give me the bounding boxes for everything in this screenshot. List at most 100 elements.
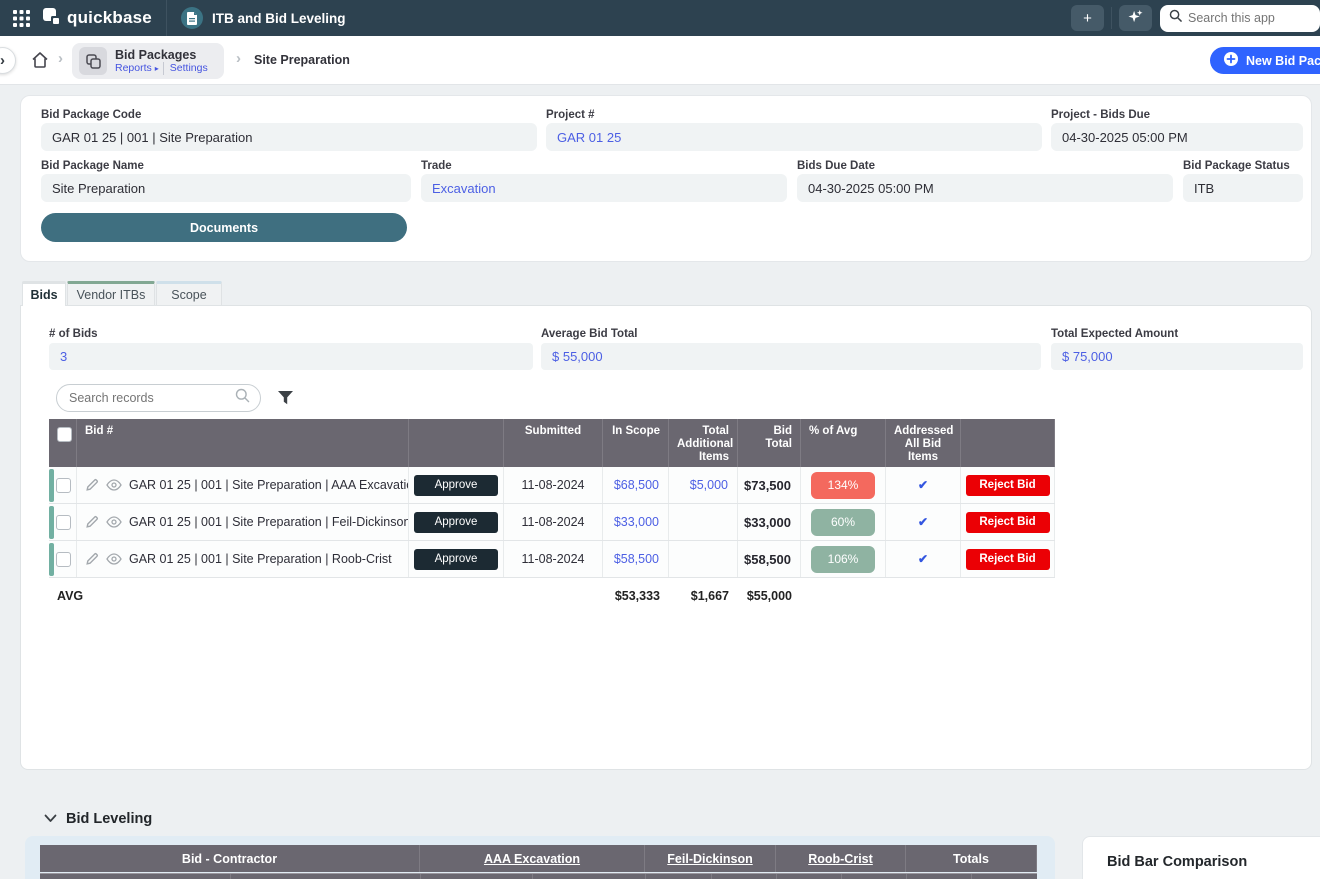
breadcrumb-bar: › › Bid Packages Reports ▸ Settings › Si… [0, 36, 1320, 85]
bid-total-amount: $58,500 [738, 541, 801, 577]
column-header-in-scope[interactable]: In Scope [603, 419, 669, 470]
quickbase-logo[interactable]: quickbase [42, 7, 152, 30]
leveling-column-aaa-excavation[interactable]: AAA Excavation [420, 845, 645, 872]
sparkle-icon [1128, 9, 1143, 28]
column-header-pct-of-avg[interactable]: % of Avg [801, 419, 886, 470]
ai-assistant-button[interactable] [1119, 5, 1152, 31]
pct-of-avg-badge: 106% [811, 546, 875, 573]
bid-record-name: GAR 01 25 | 001 | Site Preparation | Fei… [129, 515, 408, 529]
bids-table-header: Bid # Submitted In Scope Total Additiona… [49, 419, 1055, 467]
approve-button[interactable]: Approve [414, 512, 498, 533]
pct-of-avg-badge: 60% [811, 509, 875, 536]
chevron-down-icon [44, 810, 57, 828]
field-value-project-link[interactable]: GAR 01 25 [546, 123, 1042, 151]
avg-bid-total: $55,000 [738, 578, 801, 614]
current-app[interactable]: ITB and Bid Leveling [181, 7, 346, 29]
settings-link[interactable]: Settings [163, 62, 208, 75]
reports-link[interactable]: Reports [115, 62, 152, 75]
table-row: GAR 01 25 | 001 | Site Preparation | AAA… [49, 467, 1055, 504]
in-scope-amount[interactable]: $68,500 [603, 467, 669, 503]
edit-pencil-icon[interactable] [85, 552, 99, 566]
total-additional-amount[interactable] [669, 504, 738, 540]
tab-bids[interactable]: Bids [22, 281, 66, 306]
reject-bid-button[interactable]: Reject Bid [966, 475, 1050, 496]
approve-button[interactable]: Approve [414, 549, 498, 570]
column-header-total-additional[interactable]: Total Additional Items [669, 419, 738, 470]
new-bid-package-button[interactable]: New Bid Package [1210, 47, 1320, 74]
bid-leveling-table-header: Bid - Contractor AAA Excavation Feil-Dic… [40, 845, 1037, 872]
reject-bid-button[interactable]: Reject Bid [966, 512, 1050, 533]
in-scope-amount[interactable]: $58,500 [603, 541, 669, 577]
bid-record-name: GAR 01 25 | 001 | Site Preparation | AAA… [129, 478, 408, 492]
total-additional-amount[interactable]: $5,000 [669, 467, 738, 503]
total-additional-amount[interactable] [669, 541, 738, 577]
column-header-bid[interactable]: Bid # [77, 419, 409, 470]
submitted-date: 11-08-2024 [504, 467, 603, 503]
edit-pencil-icon[interactable] [85, 478, 99, 492]
submitted-date: 11-08-2024 [504, 541, 603, 577]
view-eye-icon[interactable] [106, 516, 122, 528]
field-value-bid-package-status: ITB [1183, 174, 1303, 202]
stat-value-total-expected: $ 75,000 [1051, 343, 1303, 370]
view-eye-icon[interactable] [106, 553, 122, 565]
row-accent-bar [49, 506, 54, 539]
bid-leveling-panel: Bid - Contractor AAA Excavation Feil-Dic… [25, 836, 1055, 879]
leveling-column-feil-dickinson[interactable]: Feil-Dickinson [645, 845, 776, 872]
avg-total-additional: $1,667 [669, 578, 738, 614]
field-label-bids-due-date: Bids Due Date [797, 160, 875, 172]
field-label-bid-package-code: Bid Package Code [41, 109, 141, 121]
tab-scope[interactable]: Scope [156, 281, 222, 305]
home-button[interactable] [30, 50, 52, 72]
bid-total-amount: $73,500 [738, 467, 801, 503]
bid-bar-comparison-card: Bid Bar Comparison [1082, 836, 1320, 879]
column-header-submitted[interactable]: Submitted [504, 419, 603, 470]
plus-icon: + [1083, 10, 1092, 27]
in-scope-amount[interactable]: $33,000 [603, 504, 669, 540]
field-label-trade: Trade [421, 160, 452, 172]
filter-icon[interactable] [277, 390, 295, 408]
row-checkbox[interactable] [56, 515, 71, 530]
pct-of-avg-badge: 134% [811, 472, 875, 499]
avg-in-scope: $53,333 [603, 578, 669, 614]
sidebar-expand-button[interactable]: › [0, 47, 16, 74]
field-value-trade-link[interactable]: Excavation [421, 174, 787, 202]
reject-bid-button[interactable]: Reject Bid [966, 549, 1050, 570]
app-name: ITB and Bid Leveling [212, 11, 346, 26]
row-accent-bar [49, 469, 54, 502]
table-row: GAR 01 25 | 001 | Site Preparation | Fei… [49, 504, 1055, 541]
chevron-right-icon: › [0, 52, 5, 69]
record-search-input[interactable] [69, 391, 235, 405]
row-accent-bar [49, 543, 54, 576]
edit-pencil-icon[interactable] [85, 515, 99, 529]
tab-vendor-itbs[interactable]: Vendor ITBs [67, 281, 155, 305]
table-icon [79, 47, 107, 75]
column-header-addressed[interactable]: Addressed All Bid Items [886, 419, 961, 470]
select-all-checkbox[interactable] [57, 427, 72, 442]
approve-button[interactable]: Approve [414, 475, 498, 496]
global-search-input[interactable] [1188, 11, 1308, 25]
breadcrumb-current-page: Site Preparation [254, 53, 350, 67]
new-bid-package-label: New Bid Package [1246, 54, 1320, 68]
app-icon [181, 7, 203, 29]
addressed-check-icon: ✔ [918, 552, 928, 566]
leveling-column-roob-crist[interactable]: Roob-Crist [776, 845, 906, 872]
leveling-column-totals: Totals [906, 845, 1037, 872]
bid-leveling-collapse-toggle[interactable]: Bid Leveling [44, 810, 152, 828]
row-checkbox[interactable] [56, 478, 71, 493]
add-button[interactable]: + [1071, 5, 1104, 31]
bid-record-name: GAR 01 25 | 001 | Site Preparation | Roo… [129, 552, 392, 566]
column-header-approve [409, 419, 504, 470]
row-checkbox[interactable] [56, 552, 71, 567]
breadcrumb-table-pill[interactable]: Bid Packages Reports ▸ Settings [72, 43, 224, 79]
app-switcher-grid-icon[interactable] [8, 5, 34, 31]
brand-name: quickbase [67, 8, 152, 28]
avg-label: AVG [49, 578, 409, 614]
column-header-bid-total[interactable]: Bid Total [738, 419, 801, 470]
global-search [1160, 5, 1320, 32]
documents-button[interactable]: Documents [41, 213, 407, 242]
bids-table: Bid # Submitted In Scope Total Additiona… [49, 419, 1055, 614]
addressed-check-icon: ✔ [918, 478, 928, 492]
quickbase-logo-icon [42, 7, 60, 30]
stat-label-num-bids: # of Bids [49, 328, 98, 340]
view-eye-icon[interactable] [106, 479, 122, 491]
